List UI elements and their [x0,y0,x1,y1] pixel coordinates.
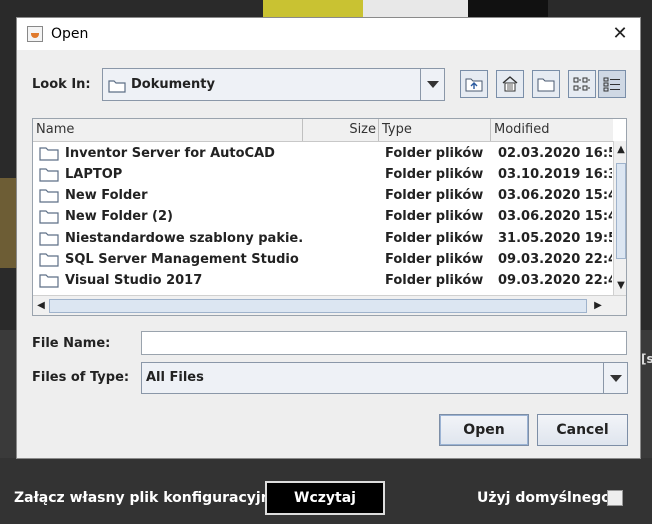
folder-icon [39,274,59,288]
file-name: Niestandardowe szablony pakie... [65,231,303,246]
horizontal-scrollbar[interactable]: ◀ ▶ [33,295,626,315]
dialog-title: Open [51,26,89,42]
folder-icon [39,189,59,203]
file-name: SQL Server Management Studio [65,252,299,267]
column-name[interactable]: Name [33,119,303,141]
table-header: Name Size Type Modified [33,119,613,142]
chevron-down-icon[interactable] [420,69,444,100]
files-of-type-value: All Files [146,370,204,385]
cancel-button[interactable]: Cancel [537,414,628,446]
title-bar[interactable]: Open ✕ [17,18,640,50]
home-icon [502,76,518,92]
file-name-label: File Name: [32,336,111,351]
file-modified: 03.10.2019 16:30 [498,167,612,182]
new-folder-button[interactable] [532,70,560,98]
config-label: Załącz własny plik konfiguracyjny: [14,490,286,506]
details-view-button[interactable] [598,70,626,98]
table-row[interactable]: Niestandardowe szablony pakie... Folder … [33,228,613,249]
table-row[interactable]: LAPTOP Folder plików 03.10.2019 16:30 [33,164,613,185]
folder-icon [39,210,59,224]
details-view-icon [603,77,620,92]
file-name: Visual Studio 2017 [65,273,203,288]
clipped-text: [s [641,352,652,366]
file-type: Folder plików [385,209,484,224]
file-modified: 09.03.2020 22:46 [498,273,612,288]
vertical-scrollbar[interactable]: ▲ ▼ [613,141,626,295]
table-row[interactable]: Inventor Server for AutoCAD Folder plikó… [33,143,613,164]
file-modified: 02.03.2020 16:50 [498,146,612,161]
file-type: Folder plików [385,273,484,288]
folder-icon [39,232,59,246]
up-folder-icon [465,78,483,92]
look-in-combo[interactable]: Dokumenty [102,68,445,101]
folder-icon [39,253,59,267]
load-button[interactable]: Wczytaj [265,481,385,515]
scroll-right-icon[interactable]: ▶ [591,299,605,313]
use-default-label: Użyj domyślnego: [477,490,617,506]
open-dialog: Open ✕ Look In: Dokumenty Name Size Type… [16,17,641,459]
file-name: LAPTOP [65,167,123,182]
scroll-left-icon[interactable]: ◀ [34,299,48,313]
file-type: Folder plików [385,252,484,267]
file-table[interactable]: Name Size Type Modified Inventor Server … [32,118,627,316]
file-name-field[interactable] [141,331,627,355]
scroll-thumb[interactable] [616,163,626,259]
folder-icon [39,168,59,182]
column-modified[interactable]: Modified [491,119,613,141]
look-in-label: Look In: [32,77,91,92]
list-view-icon [573,77,590,91]
file-type: Folder plików [385,231,484,246]
table-row[interactable]: Visual Studio 2017 Folder plików 09.03.2… [33,270,613,291]
scroll-down-icon[interactable]: ▼ [614,279,626,293]
scroll-up-icon[interactable]: ▲ [614,143,626,157]
file-modified: 31.05.2020 19:53 [498,231,612,246]
chevron-down-icon[interactable] [603,363,627,393]
column-size[interactable]: Size [303,119,379,141]
table-row[interactable]: New Folder (2) Folder plików 03.06.2020 … [33,206,613,227]
use-default-checkbox[interactable] [607,490,623,506]
close-icon[interactable]: ✕ [608,22,632,46]
file-name: New Folder [65,188,148,203]
look-in-value: Dokumenty [131,77,215,92]
up-folder-button[interactable] [460,70,488,98]
file-name: Inventor Server for AutoCAD [65,146,275,161]
file-modified: 03.06.2020 15:41 [498,209,612,224]
file-type: Folder plików [385,146,484,161]
files-of-type-label: Files of Type: [32,370,130,385]
open-button[interactable]: Open [439,414,529,446]
files-of-type-combo[interactable]: All Files [141,362,628,394]
folder-icon [108,80,126,93]
new-folder-icon [537,78,555,92]
home-button[interactable] [496,70,524,98]
table-row[interactable]: New Folder Folder plików 03.06.2020 15:4… [33,185,613,206]
table-row[interactable]: SQL Server Management Studio Folder plik… [33,249,613,270]
scroll-thumb[interactable] [49,299,587,313]
file-name: New Folder (2) [65,209,173,224]
folder-icon [39,147,59,161]
file-modified: 03.06.2020 15:40 [498,188,612,203]
column-type[interactable]: Type [379,119,491,141]
file-modified: 09.03.2020 22:45 [498,252,612,267]
file-type: Folder plików [385,167,484,182]
list-view-button[interactable] [568,70,596,98]
java-cup-icon [27,26,43,42]
file-type: Folder plików [385,188,484,203]
